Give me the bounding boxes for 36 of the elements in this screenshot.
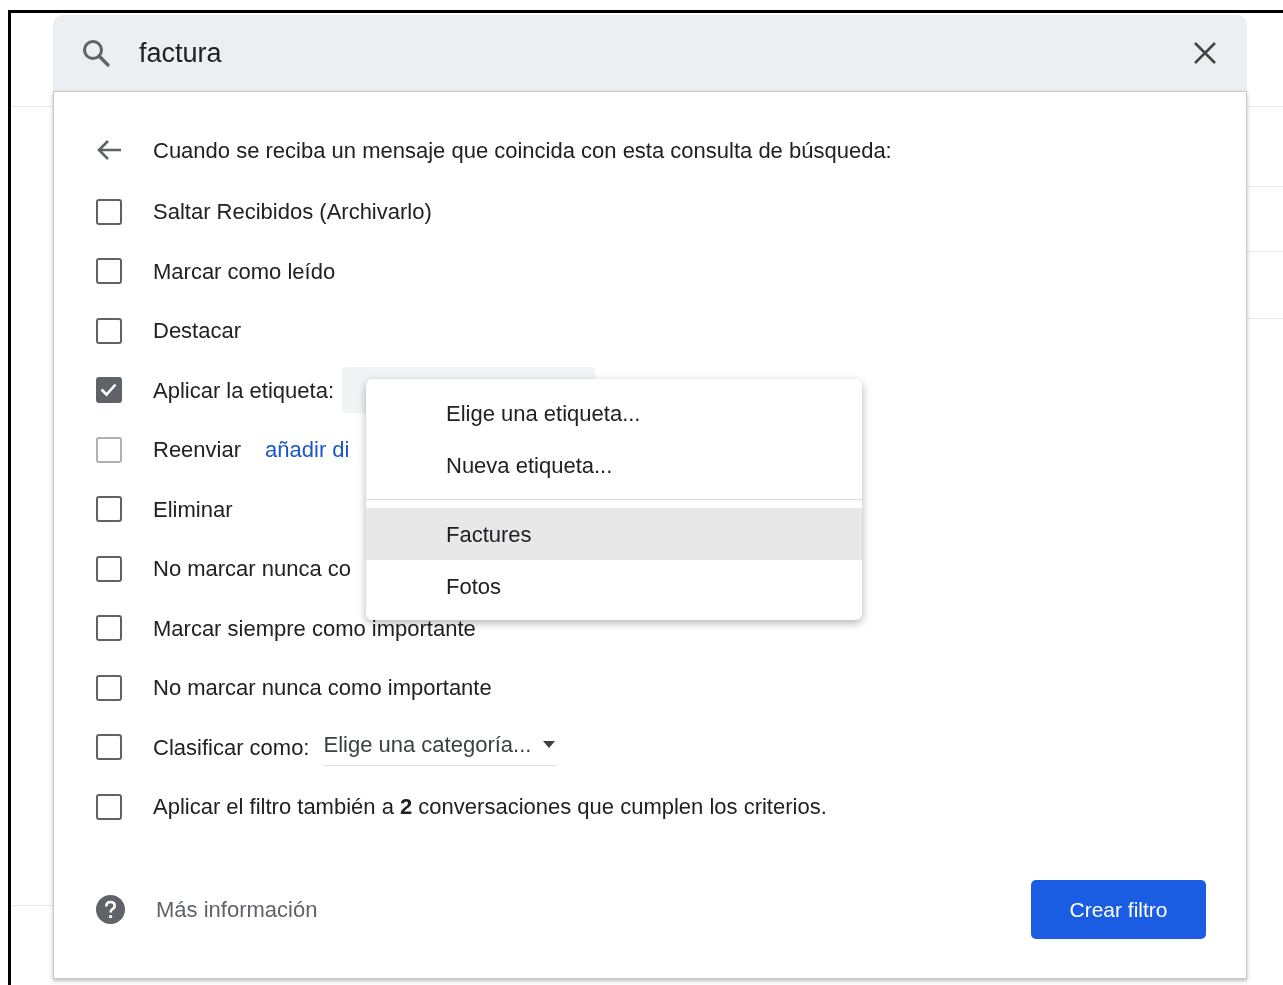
search-field[interactable]: factura	[53, 15, 1247, 91]
checkbox[interactable]	[96, 317, 122, 344]
option-label: Marcar como leído	[153, 257, 336, 286]
option-label: Saltar Recibidos (Archivarlo)	[153, 198, 432, 227]
option-label: Aplicar el filtro también a 2 conversaciones que cumplen los criterios.	[153, 793, 827, 822]
option-label: Clasificar como:	[153, 733, 310, 762]
checkbox[interactable]	[96, 496, 122, 523]
menu-item[interactable]: Elige una etiqueta...	[366, 387, 862, 439]
checkbox[interactable]	[96, 734, 122, 761]
category-select[interactable]: Elige una categoría...	[323, 728, 558, 767]
caret-icon	[543, 741, 556, 749]
option-label: No marcar nunca como importante	[153, 674, 492, 703]
option-label: Eliminar	[153, 495, 233, 524]
option-label: No marcar nunca co	[153, 555, 352, 584]
create-filter-button[interactable]: Crear filtro	[1031, 880, 1206, 939]
back-arrow-icon[interactable]	[96, 139, 122, 161]
checkbox[interactable]	[96, 258, 122, 285]
checkbox[interactable]	[96, 377, 122, 404]
menu-item[interactable]: Nueva etiqueta...	[366, 439, 862, 491]
menu-item[interactable]: Factures	[366, 508, 862, 560]
checkbox[interactable]	[96, 674, 122, 701]
option-label: Aplicar la etiqueta:	[153, 376, 334, 405]
option-label: Destacar	[153, 317, 242, 346]
help-icon[interactable]	[96, 895, 125, 924]
option-label: Marcar siempre como importante	[153, 614, 476, 643]
checkbox[interactable]	[96, 793, 122, 820]
search-input[interactable]: factura	[139, 32, 1193, 74]
close-icon[interactable]	[1193, 41, 1217, 65]
intro-text: Cuando se reciba un mensaje que coincida con esta consulta de búsqueda:	[153, 136, 892, 165]
checkbox[interactable]	[96, 615, 122, 642]
option-label: Reenviar	[153, 436, 242, 465]
checkbox[interactable]	[96, 555, 122, 582]
search-icon[interactable]	[81, 38, 111, 68]
more-info-link[interactable]: Más información	[156, 893, 318, 926]
menu-item[interactable]: Fotos	[366, 560, 862, 612]
checkbox[interactable]	[96, 198, 122, 225]
